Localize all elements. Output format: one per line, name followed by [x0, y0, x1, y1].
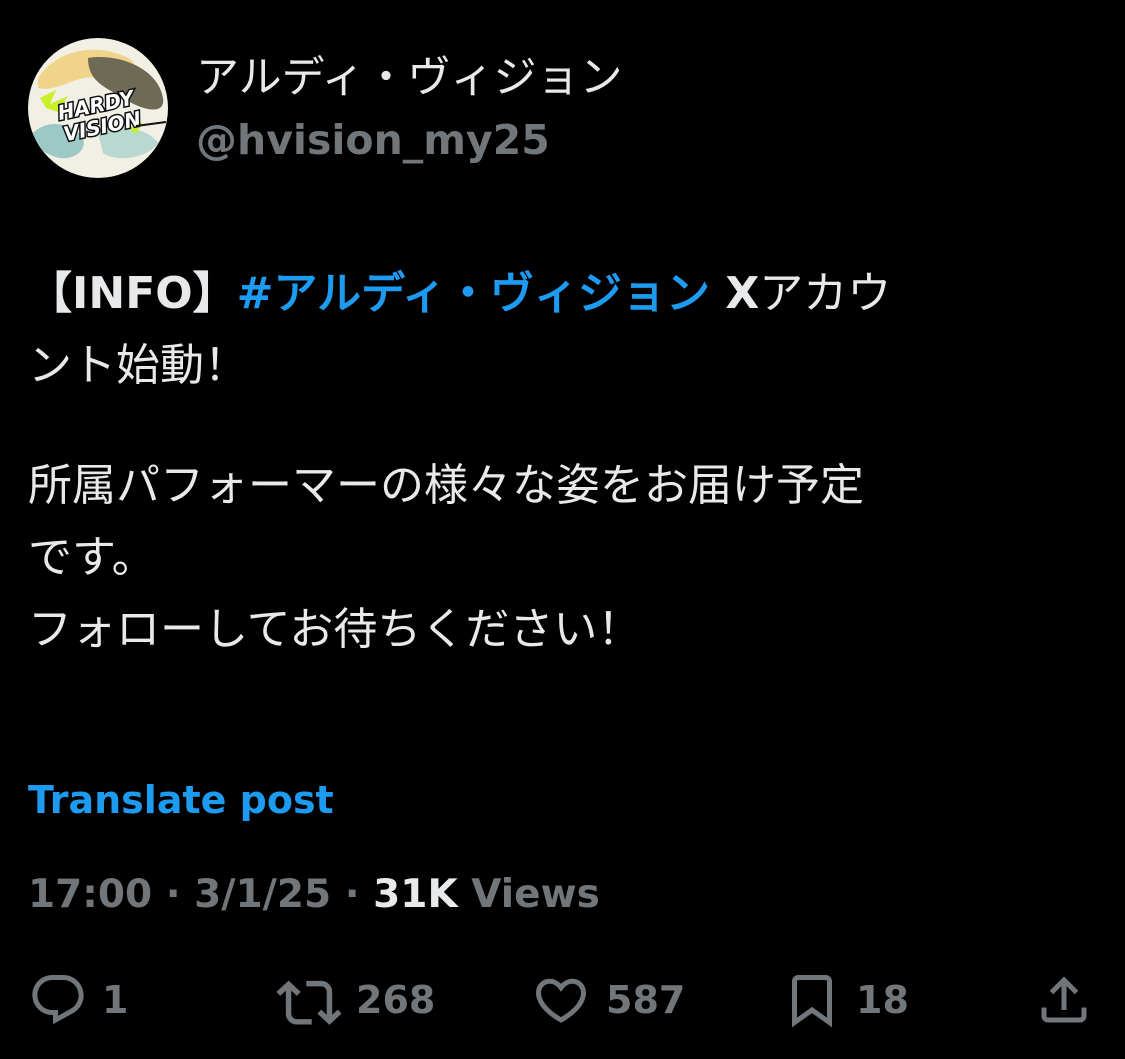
post-line-2: ント始動！: [28, 340, 248, 391]
repost-icon: [276, 980, 342, 1025]
avatar[interactable]: HARDY VISION: [28, 38, 168, 178]
meta-separator: ·: [152, 872, 195, 917]
post-text: 【INFO】#アルディ・ヴィジョン Xアカウ ント始動！ 所属パフォーマーの様々…: [28, 258, 1088, 666]
info-tag: 【INFO】: [28, 268, 237, 319]
share-icon: [1041, 976, 1087, 1023]
author-handle[interactable]: @hvision_my25: [196, 113, 550, 167]
post-line-1-suffix: アカウ: [759, 268, 892, 319]
repost-button[interactable]: 268: [276, 964, 435, 1036]
bookmark-button[interactable]: 18: [782, 964, 909, 1036]
post-meta: 17:00 · 3/1/25 · 31K Views: [28, 870, 600, 920]
bookmark-count: 18: [856, 978, 909, 1022]
views-count[interactable]: 31K: [373, 872, 458, 917]
hardy-vision-logo: HARDY VISION: [28, 38, 168, 178]
author-display-name[interactable]: アルディ・ヴィジョン: [196, 50, 623, 106]
meta-separator: ·: [331, 872, 374, 917]
reply-button[interactable]: 1: [28, 964, 128, 1036]
heart-icon: [535, 978, 587, 1023]
post-line-1: 【INFO】#アルディ・ヴィジョン Xアカウ: [28, 258, 1088, 330]
bookmark-icon: [792, 975, 832, 1028]
reply-icon: [32, 975, 84, 1025]
post-line-3: 所属パフォーマーの様々な姿をお届け予定: [28, 460, 864, 511]
like-button[interactable]: 587: [530, 964, 685, 1036]
like-count: 587: [606, 978, 686, 1022]
hashtag-link[interactable]: #アルディ・ヴィジョン: [237, 268, 710, 319]
action-bar: 1 268 587 18: [0, 964, 1125, 1036]
post-line-5: フォローしてお待ちください！: [28, 604, 642, 655]
post-time[interactable]: 17:00: [28, 872, 152, 917]
share-button[interactable]: [1034, 964, 1094, 1036]
views-label[interactable]: Views: [458, 872, 600, 917]
translate-post-link[interactable]: Translate post: [28, 776, 334, 824]
post-x-word: X: [710, 268, 760, 319]
reply-count: 1: [102, 978, 129, 1022]
post-date[interactable]: 3/1/25: [194, 872, 331, 917]
repost-count: 268: [356, 978, 436, 1022]
post-line-4: です。: [28, 532, 156, 583]
